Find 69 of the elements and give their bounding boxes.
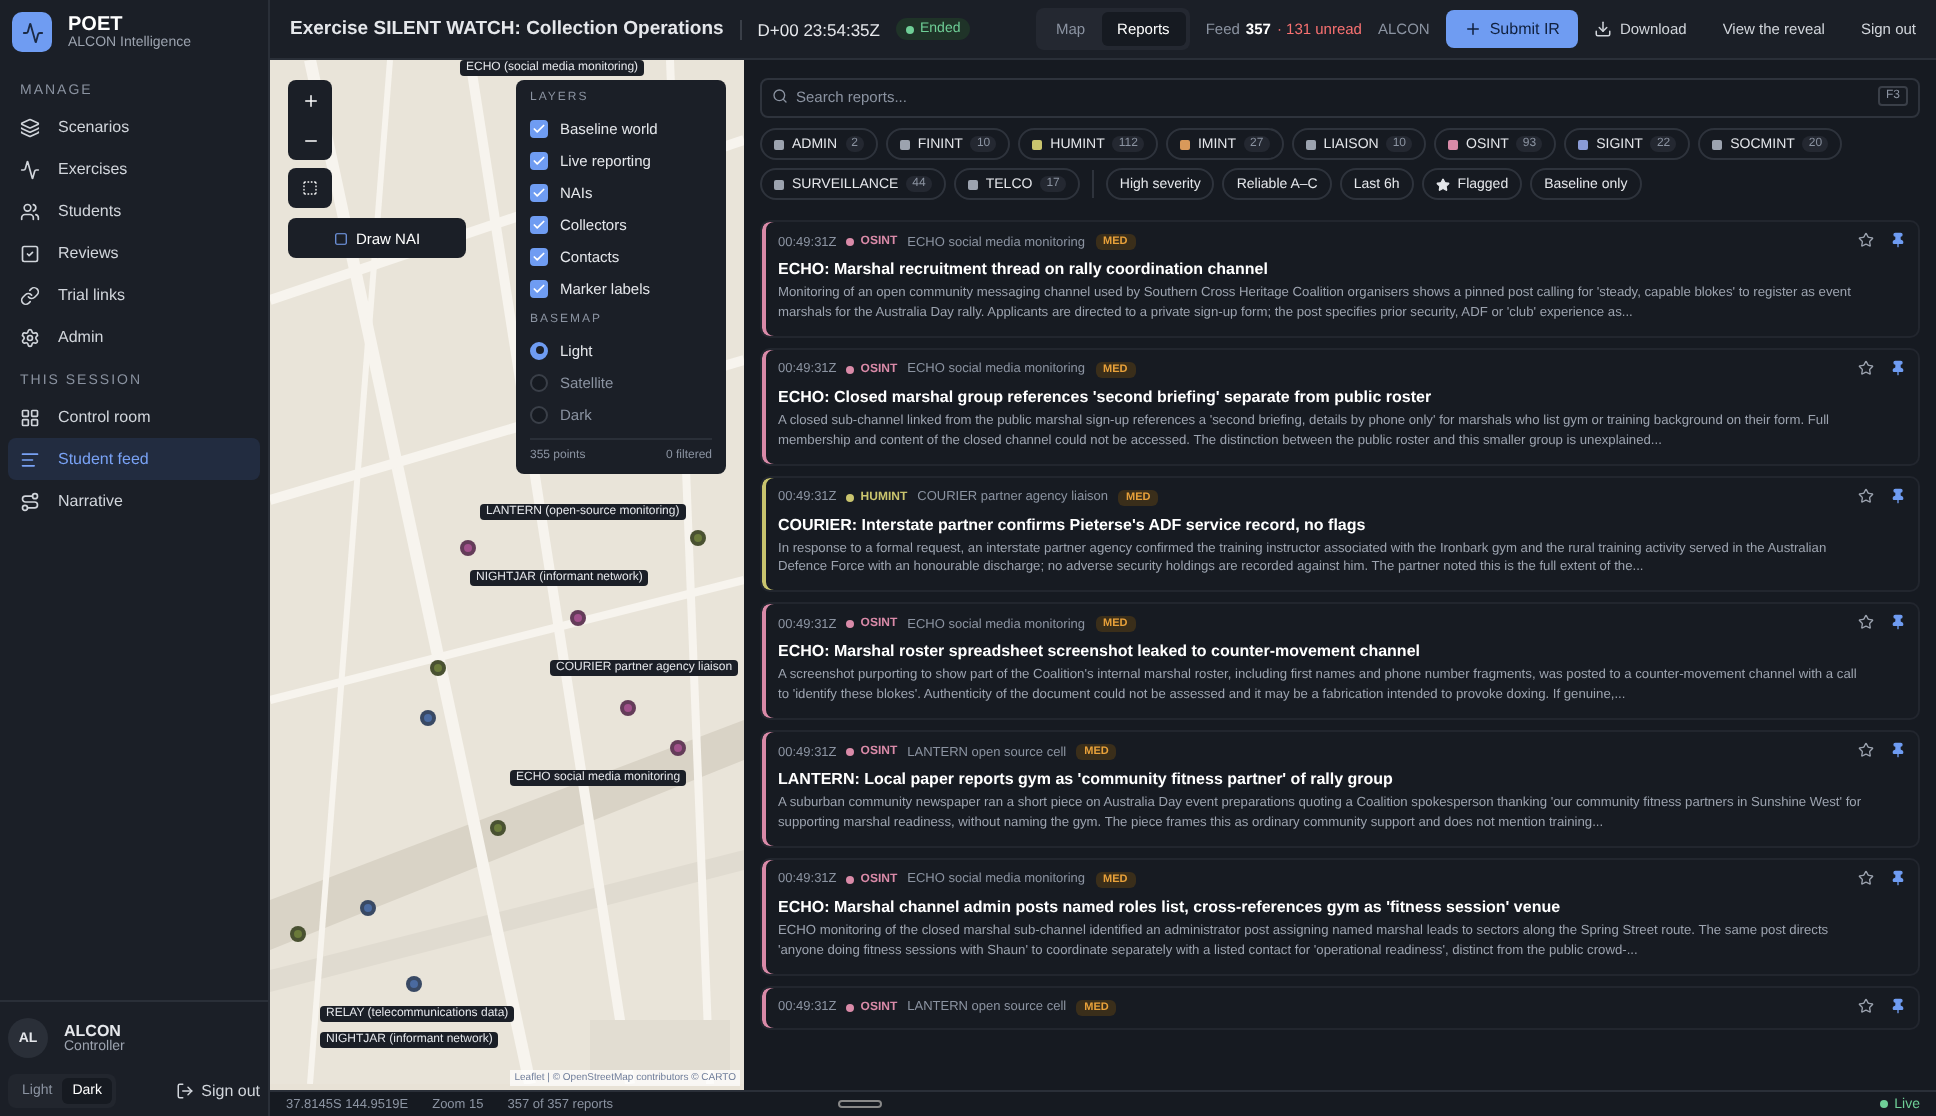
report-card[interactable] xyxy=(760,220,1920,338)
pin-icon[interactable] xyxy=(1890,614,1906,631)
sign-out-button[interactable]: Sign out xyxy=(175,1082,260,1100)
report-title: ECHO: Marshal roster spreadsheet screenshot leaked to counter-movement channel xyxy=(778,642,1422,661)
sign-out-icon xyxy=(175,1082,194,1100)
pin-icon[interactable] xyxy=(1890,869,1906,886)
search-icon xyxy=(772,88,788,104)
radio-button[interactable] xyxy=(530,341,548,359)
checkbox[interactable] xyxy=(530,119,548,137)
nav-item[interactable]: Reviews xyxy=(8,232,260,274)
report-card[interactable] xyxy=(760,475,1920,593)
pin-icon[interactable] xyxy=(1890,487,1906,504)
grid-icon xyxy=(20,407,40,427)
report-title: LANTERN: Local paper reports gym as 'community fitness partner' of rally group xyxy=(778,770,1395,789)
checkbox-icon xyxy=(20,243,40,263)
dashed-square-icon xyxy=(302,180,318,196)
pin-icon[interactable] xyxy=(1890,742,1906,759)
checkbox[interactable] xyxy=(530,183,548,201)
users-icon xyxy=(20,201,40,221)
pin-icon[interactable] xyxy=(1890,359,1906,376)
report-title: ECHO: Marshal channel admin posts named roles list, cross-references gym as 'fitness session' venue xyxy=(778,897,1563,916)
radio-button[interactable] xyxy=(530,373,548,391)
plus-icon xyxy=(301,91,319,109)
lines-icon xyxy=(20,449,40,469)
link-icon xyxy=(20,285,40,305)
report-title: ECHO: Closed marshal group references 'second briefing' separate from public roster xyxy=(778,387,1434,406)
exercise-title: Exercise SILENT WATCH: Collection Operations xyxy=(290,18,724,40)
pin-icon[interactable] xyxy=(1890,232,1906,248)
nav-item[interactable]: Narrative xyxy=(8,480,260,522)
app-name: POET xyxy=(68,14,123,36)
checkbox[interactable] xyxy=(530,215,548,233)
resize-handle[interactable] xyxy=(837,1100,882,1108)
nav-item[interactable]: Exercises xyxy=(8,148,260,190)
star-icon[interactable] xyxy=(1858,997,1874,1014)
report-title: ECHO: Marshal recruitment thread on rally coordination channel xyxy=(778,260,1270,278)
download-icon xyxy=(1593,20,1612,38)
star-icon[interactable] xyxy=(1858,359,1874,376)
report-title: COURIER: Interstate partner confirms Pieterse's ADF service record, no flags xyxy=(778,515,1368,534)
exercise-clock: D+00 23:54:35Z xyxy=(739,19,880,39)
layers-icon xyxy=(20,117,40,137)
route-icon xyxy=(20,491,40,511)
nav-item[interactable]: Student feed xyxy=(8,438,260,480)
checkbox[interactable] xyxy=(530,151,548,169)
report-card[interactable] xyxy=(760,347,1920,466)
pulse-icon xyxy=(20,159,40,179)
nav-item[interactable]: Admin xyxy=(8,316,260,358)
square-icon xyxy=(333,231,348,245)
nav-item[interactable]: Control room xyxy=(8,396,260,438)
star-icon[interactable] xyxy=(1858,232,1874,248)
nav-item[interactable]: Trial links xyxy=(8,274,260,316)
checkbox[interactable] xyxy=(530,279,548,297)
checkbox[interactable] xyxy=(530,247,548,265)
plus-icon xyxy=(1463,20,1482,38)
star-icon[interactable] xyxy=(1858,869,1874,886)
nav-item[interactable]: Scenarios xyxy=(8,106,260,148)
star-icon xyxy=(1435,177,1450,191)
submit-button[interactable]: Submit IR xyxy=(1445,10,1578,48)
report-card[interactable] xyxy=(760,857,1920,976)
pulse-icon xyxy=(12,12,52,52)
star-icon[interactable] xyxy=(1858,487,1874,504)
settings-icon xyxy=(20,327,40,347)
star-icon[interactable] xyxy=(1858,742,1874,759)
pin-icon[interactable] xyxy=(1890,997,1906,1014)
radio-button[interactable] xyxy=(530,405,548,423)
report-card[interactable] xyxy=(760,730,1920,848)
user-name: ALCON xyxy=(64,1022,121,1040)
star-icon[interactable] xyxy=(1858,614,1874,631)
report-card[interactable] xyxy=(760,602,1920,721)
nav-item[interactable]: Students xyxy=(8,190,260,232)
